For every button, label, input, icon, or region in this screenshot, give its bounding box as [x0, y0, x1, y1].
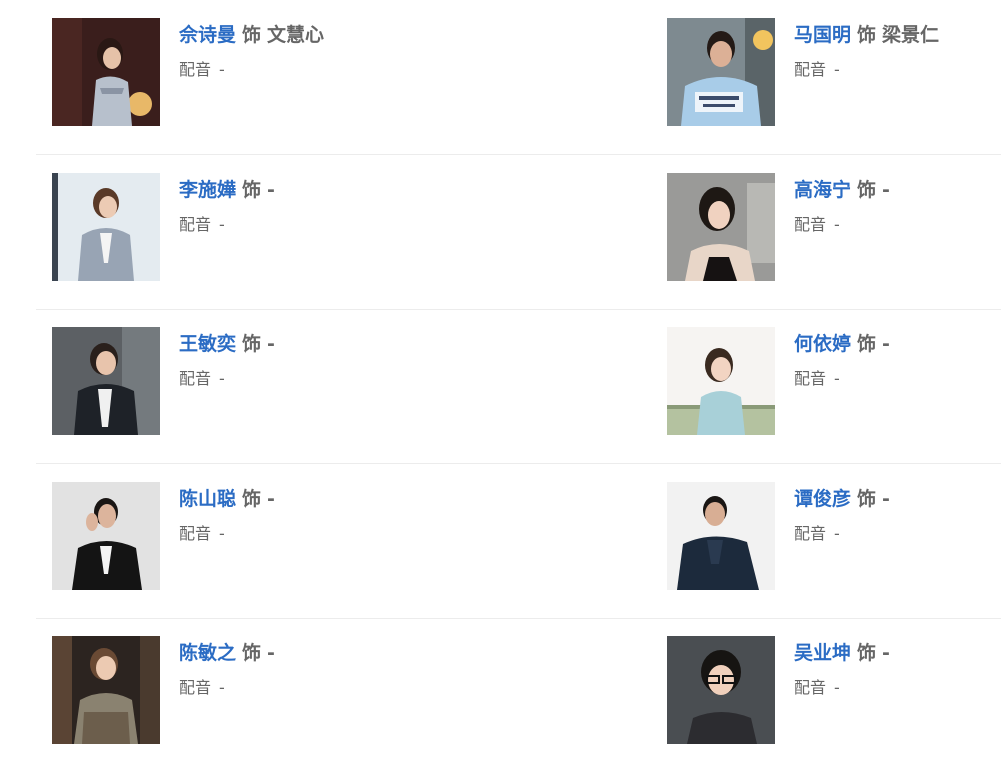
role-name: - [267, 179, 275, 201]
voice-actor-value: - [834, 678, 840, 697]
actor-photo[interactable] [52, 636, 160, 744]
role-name: 文慧心 [267, 24, 325, 46]
role-name: 梁景仁 [882, 24, 940, 46]
voice-actor-label: 配音 [179, 60, 212, 79]
role-name: - [267, 333, 275, 355]
role-name: - [267, 488, 275, 510]
cast-row: 陈山聪饰 - 配音 - 谭俊彦饰 - 配音 - [36, 464, 1001, 619]
role-connector: 饰 [857, 333, 877, 355]
role-connector: 饰 [242, 179, 262, 201]
voice-actor-label: 配音 [794, 524, 827, 543]
role-connector: 饰 [242, 24, 262, 46]
actor-photo[interactable] [667, 327, 775, 435]
actor-name-link[interactable]: 吴业坤 [794, 642, 851, 664]
actor-photo[interactable] [667, 173, 775, 281]
cast-row: 佘诗曼饰文慧心 配音 - 马国明 饰 梁景仁 配音 - [36, 0, 1001, 155]
voice-actor-value: - [219, 678, 225, 697]
role-name: - [882, 333, 890, 355]
voice-actor-value: - [219, 215, 225, 234]
role-name: - [267, 642, 275, 664]
voice-actor-label: 配音 [794, 369, 827, 388]
actor-photo[interactable] [667, 18, 775, 126]
actor-photo[interactable] [667, 636, 775, 744]
role-connector: 饰 [857, 179, 877, 201]
actor-photo[interactable] [52, 327, 160, 435]
cast-row: 李施嬅饰 - 配音 - 高海宁饰 - 配音 - [36, 155, 1001, 310]
role-connector: 饰 [242, 488, 262, 510]
actor-photo[interactable] [52, 482, 160, 590]
voice-actor-label: 配音 [794, 215, 827, 234]
actor-photo[interactable] [52, 18, 160, 126]
actor-name-link[interactable]: 李施嬅 [179, 179, 236, 201]
role-name: - [882, 179, 890, 201]
role-name: - [882, 642, 890, 664]
actor-name-link[interactable]: 陈敏之 [179, 642, 236, 664]
actor-name-link[interactable]: 高海宁 [794, 179, 851, 201]
voice-actor-label: 配音 [794, 60, 827, 79]
actor-name-link[interactable]: 佘诗曼 [179, 24, 236, 46]
voice-actor-label: 配音 [794, 678, 827, 697]
cast-row: 陈敏之饰 - 配音 - 吴业坤饰 - 配音 - [36, 618, 1001, 766]
voice-actor-value: - [219, 524, 225, 543]
role-connector: 饰 [857, 24, 877, 46]
voice-actor-value: - [834, 369, 840, 388]
voice-actor-value: - [834, 524, 840, 543]
role-connector: 饰 [242, 642, 262, 664]
voice-actor-label: 配音 [179, 215, 212, 234]
voice-actor-label: 配音 [179, 678, 212, 697]
role-connector: 饰 [857, 488, 877, 510]
role-name: - [882, 488, 890, 510]
actor-photo[interactable] [52, 173, 160, 281]
voice-actor-value: - [834, 60, 840, 79]
actor-name-link[interactable]: 谭俊彦 [794, 488, 851, 510]
voice-actor-value: - [834, 215, 840, 234]
role-connector: 饰 [242, 333, 262, 355]
voice-actor-value: - [219, 369, 225, 388]
voice-actor-value: - [219, 60, 225, 79]
voice-actor-label: 配音 [179, 369, 212, 388]
actor-name-link[interactable]: 马国明 [794, 24, 851, 46]
role-connector: 饰 [857, 642, 877, 664]
voice-actor-label: 配音 [179, 524, 212, 543]
actor-name-link[interactable]: 何依婷 [794, 333, 851, 355]
actor-photo[interactable] [667, 482, 775, 590]
cast-row: 王敏奕饰 - 配音 - 何依婷饰 - 配音 - [36, 309, 1001, 464]
actor-name-link[interactable]: 陈山聪 [179, 488, 236, 510]
actor-name-link[interactable]: 王敏奕 [179, 333, 236, 355]
